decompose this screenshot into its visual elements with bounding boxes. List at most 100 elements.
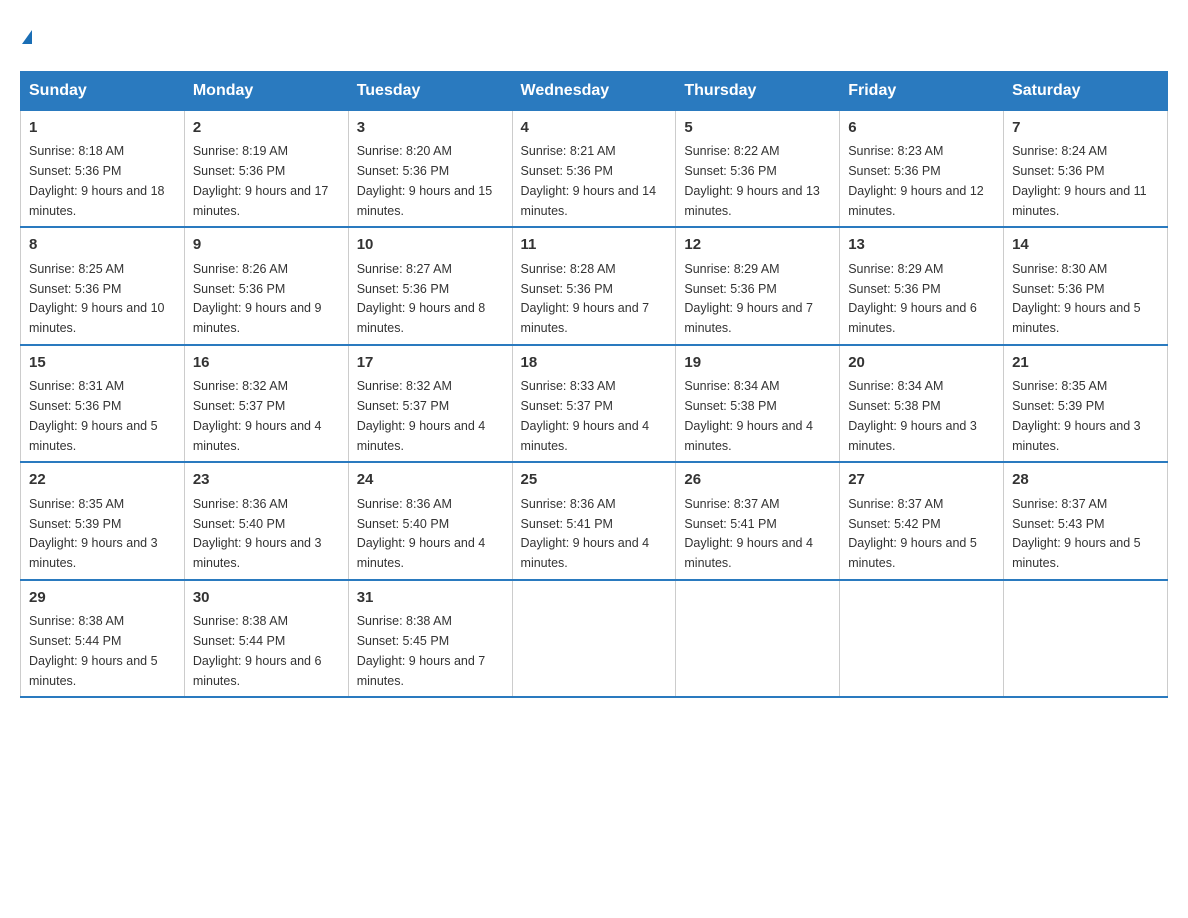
- sunrise-info: Sunrise: 8:26 AM: [193, 262, 288, 276]
- calendar-week-5: 29 Sunrise: 8:38 AM Sunset: 5:44 PM Dayl…: [21, 580, 1168, 698]
- sunrise-info: Sunrise: 8:38 AM: [29, 614, 124, 628]
- sunrise-info: Sunrise: 8:34 AM: [848, 379, 943, 393]
- sunrise-info: Sunrise: 8:27 AM: [357, 262, 452, 276]
- sunset-info: Sunset: 5:36 PM: [357, 164, 449, 178]
- day-number: 4: [521, 117, 668, 140]
- calendar-cell: 15 Sunrise: 8:31 AM Sunset: 5:36 PM Dayl…: [21, 345, 185, 463]
- day-number: 8: [29, 234, 176, 257]
- calendar-cell: 19 Sunrise: 8:34 AM Sunset: 5:38 PM Dayl…: [676, 345, 840, 463]
- daylight-info: Daylight: 9 hours and 6 minutes.: [848, 301, 977, 335]
- sunset-info: Sunset: 5:44 PM: [29, 634, 121, 648]
- calendar-cell: 12 Sunrise: 8:29 AM Sunset: 5:36 PM Dayl…: [676, 227, 840, 345]
- day-number: 29: [29, 587, 176, 610]
- sunrise-info: Sunrise: 8:24 AM: [1012, 144, 1107, 158]
- sunrise-info: Sunrise: 8:33 AM: [521, 379, 616, 393]
- daylight-info: Daylight: 9 hours and 4 minutes.: [684, 536, 813, 570]
- sunrise-info: Sunrise: 8:19 AM: [193, 144, 288, 158]
- calendar-cell: 29 Sunrise: 8:38 AM Sunset: 5:44 PM Dayl…: [21, 580, 185, 698]
- calendar-cell: 2 Sunrise: 8:19 AM Sunset: 5:36 PM Dayli…: [184, 110, 348, 227]
- column-header-wednesday: Wednesday: [512, 71, 676, 110]
- calendar-week-2: 8 Sunrise: 8:25 AM Sunset: 5:36 PM Dayli…: [21, 227, 1168, 345]
- daylight-info: Daylight: 9 hours and 3 minutes.: [29, 536, 158, 570]
- logo: [20, 20, 32, 51]
- day-number: 13: [848, 234, 995, 257]
- daylight-info: Daylight: 9 hours and 10 minutes.: [29, 301, 165, 335]
- day-number: 5: [684, 117, 831, 140]
- calendar-cell: 26 Sunrise: 8:37 AM Sunset: 5:41 PM Dayl…: [676, 462, 840, 580]
- sunrise-info: Sunrise: 8:38 AM: [357, 614, 452, 628]
- sunset-info: Sunset: 5:36 PM: [521, 164, 613, 178]
- day-number: 16: [193, 352, 340, 375]
- sunset-info: Sunset: 5:36 PM: [357, 282, 449, 296]
- sunset-info: Sunset: 5:41 PM: [521, 517, 613, 531]
- calendar-cell: 9 Sunrise: 8:26 AM Sunset: 5:36 PM Dayli…: [184, 227, 348, 345]
- daylight-info: Daylight: 9 hours and 3 minutes.: [1012, 419, 1141, 453]
- calendar-cell: 5 Sunrise: 8:22 AM Sunset: 5:36 PM Dayli…: [676, 110, 840, 227]
- calendar-cell: 14 Sunrise: 8:30 AM Sunset: 5:36 PM Dayl…: [1004, 227, 1168, 345]
- calendar-cell: 16 Sunrise: 8:32 AM Sunset: 5:37 PM Dayl…: [184, 345, 348, 463]
- day-number: 14: [1012, 234, 1159, 257]
- sunrise-info: Sunrise: 8:21 AM: [521, 144, 616, 158]
- day-number: 26: [684, 469, 831, 492]
- daylight-info: Daylight: 9 hours and 4 minutes.: [684, 419, 813, 453]
- sunset-info: Sunset: 5:43 PM: [1012, 517, 1104, 531]
- sunset-info: Sunset: 5:40 PM: [193, 517, 285, 531]
- column-header-friday: Friday: [840, 71, 1004, 110]
- sunrise-info: Sunrise: 8:36 AM: [193, 497, 288, 511]
- day-number: 25: [521, 469, 668, 492]
- column-header-monday: Monday: [184, 71, 348, 110]
- daylight-info: Daylight: 9 hours and 14 minutes.: [521, 184, 657, 218]
- column-header-sunday: Sunday: [21, 71, 185, 110]
- day-number: 9: [193, 234, 340, 257]
- calendar-cell: 6 Sunrise: 8:23 AM Sunset: 5:36 PM Dayli…: [840, 110, 1004, 227]
- day-number: 19: [684, 352, 831, 375]
- sunset-info: Sunset: 5:36 PM: [193, 164, 285, 178]
- page-header: [20, 20, 1168, 51]
- daylight-info: Daylight: 9 hours and 4 minutes.: [357, 536, 486, 570]
- calendar-cell: 8 Sunrise: 8:25 AM Sunset: 5:36 PM Dayli…: [21, 227, 185, 345]
- calendar-cell: 28 Sunrise: 8:37 AM Sunset: 5:43 PM Dayl…: [1004, 462, 1168, 580]
- sunrise-info: Sunrise: 8:22 AM: [684, 144, 779, 158]
- sunrise-info: Sunrise: 8:32 AM: [357, 379, 452, 393]
- sunset-info: Sunset: 5:36 PM: [684, 282, 776, 296]
- column-header-saturday: Saturday: [1004, 71, 1168, 110]
- sunset-info: Sunset: 5:40 PM: [357, 517, 449, 531]
- sunset-info: Sunset: 5:37 PM: [193, 399, 285, 413]
- day-number: 12: [684, 234, 831, 257]
- daylight-info: Daylight: 9 hours and 5 minutes.: [29, 654, 158, 688]
- daylight-info: Daylight: 9 hours and 11 minutes.: [1012, 184, 1147, 218]
- sunrise-info: Sunrise: 8:28 AM: [521, 262, 616, 276]
- sunrise-info: Sunrise: 8:32 AM: [193, 379, 288, 393]
- sunset-info: Sunset: 5:45 PM: [357, 634, 449, 648]
- daylight-info: Daylight: 9 hours and 5 minutes.: [1012, 301, 1141, 335]
- calendar-cell: [512, 580, 676, 698]
- calendar-cell: 18 Sunrise: 8:33 AM Sunset: 5:37 PM Dayl…: [512, 345, 676, 463]
- sunset-info: Sunset: 5:36 PM: [1012, 282, 1104, 296]
- sunrise-info: Sunrise: 8:25 AM: [29, 262, 124, 276]
- calendar-week-3: 15 Sunrise: 8:31 AM Sunset: 5:36 PM Dayl…: [21, 345, 1168, 463]
- daylight-info: Daylight: 9 hours and 3 minutes.: [193, 536, 322, 570]
- day-number: 11: [521, 234, 668, 257]
- calendar-cell: 4 Sunrise: 8:21 AM Sunset: 5:36 PM Dayli…: [512, 110, 676, 227]
- calendar-cell: [840, 580, 1004, 698]
- sunset-info: Sunset: 5:36 PM: [1012, 164, 1104, 178]
- logo-triangle-icon: [22, 30, 32, 44]
- column-header-thursday: Thursday: [676, 71, 840, 110]
- day-number: 7: [1012, 117, 1159, 140]
- sunset-info: Sunset: 5:44 PM: [193, 634, 285, 648]
- daylight-info: Daylight: 9 hours and 15 minutes.: [357, 184, 493, 218]
- day-number: 28: [1012, 469, 1159, 492]
- sunrise-info: Sunrise: 8:38 AM: [193, 614, 288, 628]
- daylight-info: Daylight: 9 hours and 12 minutes.: [848, 184, 984, 218]
- sunset-info: Sunset: 5:37 PM: [521, 399, 613, 413]
- daylight-info: Daylight: 9 hours and 7 minutes.: [357, 654, 486, 688]
- daylight-info: Daylight: 9 hours and 7 minutes.: [684, 301, 813, 335]
- daylight-info: Daylight: 9 hours and 18 minutes.: [29, 184, 165, 218]
- sunrise-info: Sunrise: 8:18 AM: [29, 144, 124, 158]
- sunset-info: Sunset: 5:36 PM: [684, 164, 776, 178]
- sunset-info: Sunset: 5:39 PM: [29, 517, 121, 531]
- sunset-info: Sunset: 5:36 PM: [29, 282, 121, 296]
- sunset-info: Sunset: 5:36 PM: [193, 282, 285, 296]
- daylight-info: Daylight: 9 hours and 4 minutes.: [521, 419, 650, 453]
- calendar-cell: 11 Sunrise: 8:28 AM Sunset: 5:36 PM Dayl…: [512, 227, 676, 345]
